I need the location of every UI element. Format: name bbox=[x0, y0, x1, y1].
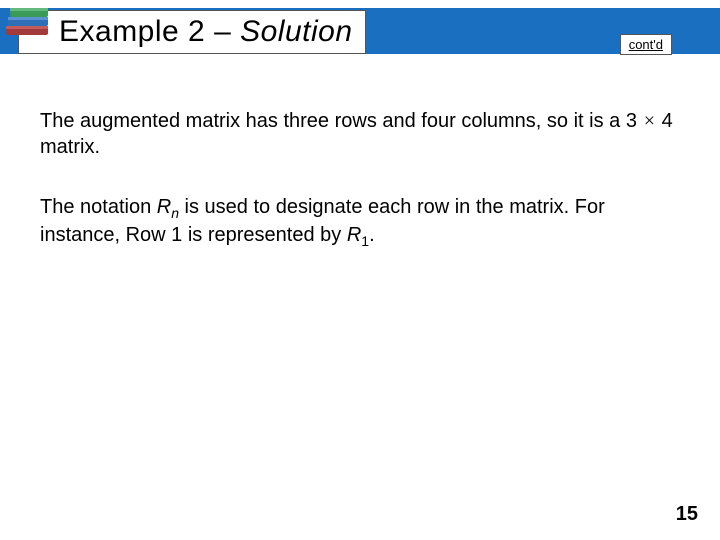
p2-part-a: The notation bbox=[40, 196, 157, 218]
slide-title-box: Example 2 – Solution bbox=[18, 10, 366, 54]
p1-part-a: The augmented matrix has three rows and … bbox=[40, 110, 643, 132]
paragraph-2: The notation Rn is used to designate eac… bbox=[40, 194, 680, 250]
p2-R-second: R bbox=[347, 224, 361, 246]
slide-body: The augmented matrix has three rows and … bbox=[0, 62, 720, 250]
p2-sub-1: 1 bbox=[361, 233, 369, 249]
continued-badge: cont'd bbox=[620, 34, 672, 55]
slide-title: Example 2 – Solution bbox=[59, 15, 353, 49]
paragraph-1: The augmented matrix has three rows and … bbox=[40, 108, 680, 160]
title-italic: Solution bbox=[240, 15, 352, 48]
books-icon bbox=[2, 0, 54, 48]
title-plain: Example 2 – bbox=[59, 15, 240, 48]
multiply-symbol: × bbox=[643, 110, 657, 132]
slide-header: Example 2 – Solution cont'd bbox=[0, 0, 720, 62]
p2-part-c: . bbox=[369, 224, 375, 246]
p2-R: R bbox=[157, 196, 171, 218]
page-number: 15 bbox=[676, 503, 698, 526]
p2-sub-n: n bbox=[171, 205, 179, 221]
